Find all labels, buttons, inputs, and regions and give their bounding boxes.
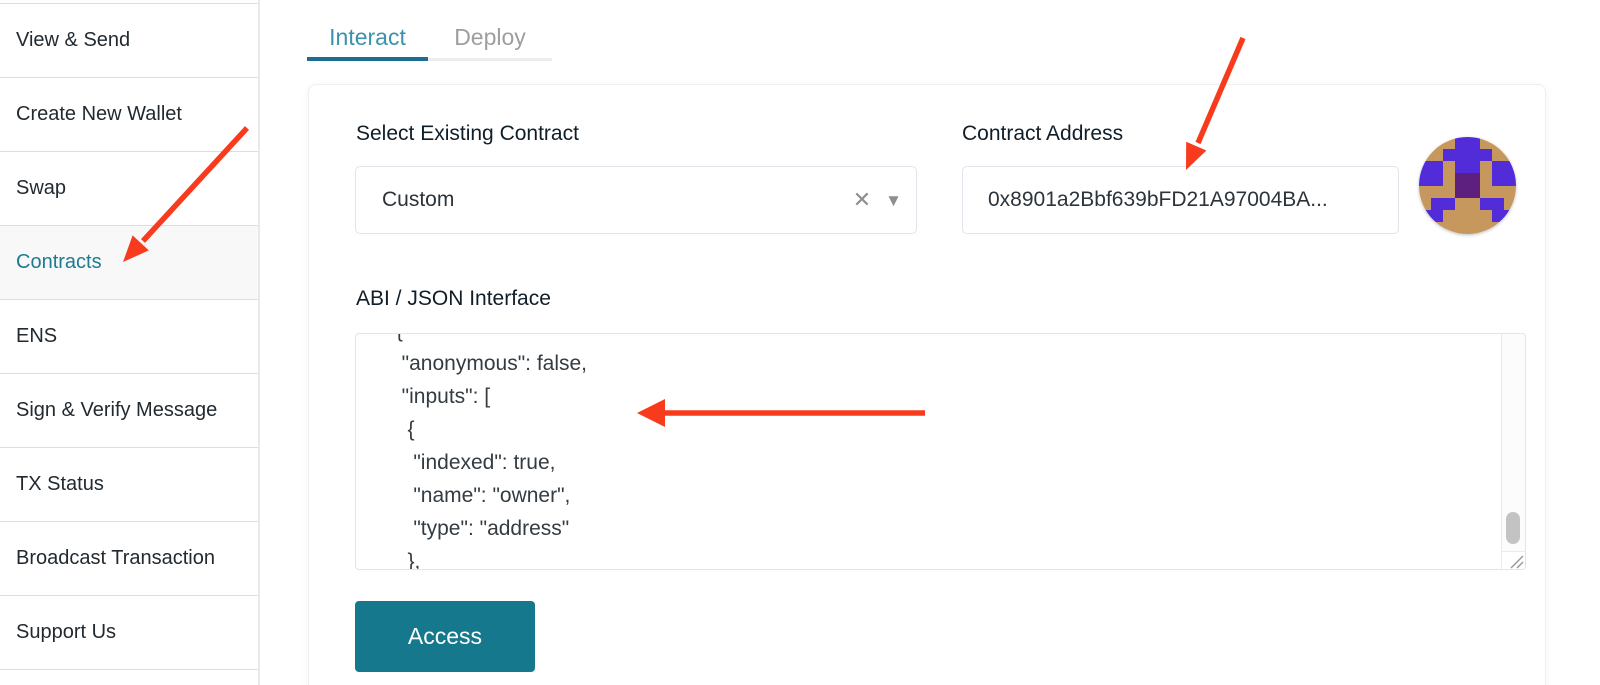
selected-contract-value: Custom — [382, 188, 454, 212]
select-existing-contract-label: Select Existing Contract — [356, 122, 579, 146]
sidebar-item-label: Support Us — [16, 621, 116, 644]
abi-json-text: { "anonymous": false, "inputs": [ { "ind… — [356, 334, 1500, 569]
contract-address-value: 0x8901a2Bbf639bFD21A97004BA... — [988, 188, 1328, 212]
sidebar-item-label: Broadcast Transaction — [16, 547, 215, 570]
sidebar-item-label: View & Send — [16, 29, 130, 52]
sidebar-item-label: Contracts — [16, 251, 102, 274]
tab-deploy[interactable]: Deploy — [428, 13, 552, 61]
sidebar-item-view-send[interactable]: View & Send — [0, 4, 258, 78]
abi-json-interface-label: ABI / JSON Interface — [356, 287, 551, 311]
contract-address-label: Contract Address — [962, 122, 1123, 146]
access-button[interactable]: Access — [355, 601, 535, 672]
textarea-resize-handle[interactable] — [1501, 551, 1525, 569]
select-existing-contract-dropdown[interactable]: Custom ✕ ▼ — [355, 166, 917, 234]
resize-grip-icon — [1502, 552, 1526, 570]
abi-scrollbar-track[interactable] — [1501, 334, 1525, 551]
sidebar-item-contracts[interactable]: Contracts — [0, 226, 258, 300]
sidebar-item-label: TX Status — [16, 473, 104, 496]
sidebar-item-swap[interactable]: Swap — [0, 152, 258, 226]
tab-deploy-underline — [428, 58, 552, 61]
dropdown-icons: ✕ ▼ — [853, 167, 902, 233]
sidebar-item-create-new-wallet[interactable]: Create New Wallet — [0, 78, 258, 152]
clear-selection-icon[interactable]: ✕ — [853, 189, 871, 211]
sidebar-item-ens[interactable]: ENS — [0, 300, 258, 374]
sidebar-item-support-us[interactable]: Support Us — [0, 596, 258, 670]
tab-interact-label: Interact — [329, 24, 406, 51]
tab-deploy-label: Deploy — [454, 24, 526, 51]
tab-interact-underline — [307, 57, 428, 61]
abi-scrollbar-thumb[interactable] — [1506, 512, 1520, 544]
tab-interact[interactable]: Interact — [307, 13, 428, 61]
sidebar-item-label: Sign & Verify Message — [16, 399, 217, 422]
sidebar-item-tx-status[interactable]: TX Status — [0, 448, 258, 522]
sidebar-list: View & Send Create New Wallet Swap Contr… — [0, 3, 258, 670]
sidebar-item-broadcast-transaction[interactable]: Broadcast Transaction — [0, 522, 258, 596]
sidebar-item-label: Create New Wallet — [16, 103, 182, 126]
contract-tabs: Interact Deploy — [307, 13, 552, 61]
abi-json-textarea[interactable]: { "anonymous": false, "inputs": [ { "ind… — [355, 333, 1526, 570]
address-identicon-avatar — [1419, 137, 1516, 234]
chevron-down-icon[interactable]: ▼ — [885, 192, 902, 209]
contract-address-input[interactable]: 0x8901a2Bbf639bFD21A97004BA... — [962, 166, 1399, 234]
abi-json-content: { "anonymous": false, "inputs": [ { "ind… — [356, 334, 1500, 569]
sidebar-item-label: ENS — [16, 325, 57, 348]
app-window: View & Send Create New Wallet Swap Contr… — [0, 0, 1600, 685]
sidebar-item-sign-verify-message[interactable]: Sign & Verify Message — [0, 374, 258, 448]
sidebar-item-label: Swap — [16, 177, 66, 200]
sidebar-nav: View & Send Create New Wallet Swap Contr… — [0, 0, 260, 685]
